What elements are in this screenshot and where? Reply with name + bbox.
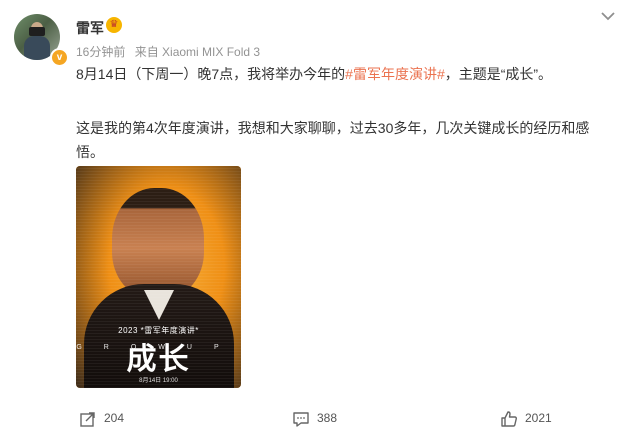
- share-count: 204: [104, 411, 125, 425]
- post-time[interactable]: 16分钟前: [76, 45, 125, 59]
- author-name[interactable]: 雷军: [76, 18, 104, 38]
- verified-badge-icon: v: [50, 48, 69, 67]
- comment-icon: [293, 412, 309, 427]
- weibo-post: v 雷军 ♛ 16分钟前 来自 Xiaomi MIX Fold 3 8月14日（…: [0, 0, 633, 437]
- vip-crown-icon[interactable]: ♛: [106, 17, 122, 33]
- comment-count: 388: [317, 411, 338, 425]
- post-text-line1: 8月14日（下周一）晚7点，我将举办今年的#雷军年度演讲#，主题是“成长”。: [76, 62, 596, 86]
- avatar-body: [24, 36, 50, 60]
- like-count: 2021: [525, 411, 552, 425]
- post-text-line2: 这是我的第4次年度演讲，我想和大家聊聊，过去30多年，几次关键成长的经历和感悟。: [76, 120, 590, 160]
- post-text-prefix: 8月14日（下周一）晚7点，我将举办今年的: [76, 66, 346, 82]
- post-text-suffix: ，主题是“成长”。: [444, 66, 553, 82]
- share-icon: [80, 412, 95, 427]
- post-meta: 16分钟前 来自 Xiaomi MIX Fold 3: [76, 43, 266, 60]
- poster-date: 8月14日 19:00: [139, 378, 178, 384]
- post-source: 来自 Xiaomi MIX Fold 3: [134, 45, 261, 59]
- poster-title: 成长: [126, 342, 191, 377]
- hashtag-link[interactable]: #雷军年度演讲#: [345, 66, 445, 82]
- post-image[interactable]: 2023 *雷军年度演讲* GROWUP 成长 8月14日 19:00: [76, 166, 241, 388]
- chevron-down-icon[interactable]: [600, 10, 616, 22]
- thumbs-up-icon: [501, 411, 517, 427]
- avatar-camera: [29, 27, 45, 36]
